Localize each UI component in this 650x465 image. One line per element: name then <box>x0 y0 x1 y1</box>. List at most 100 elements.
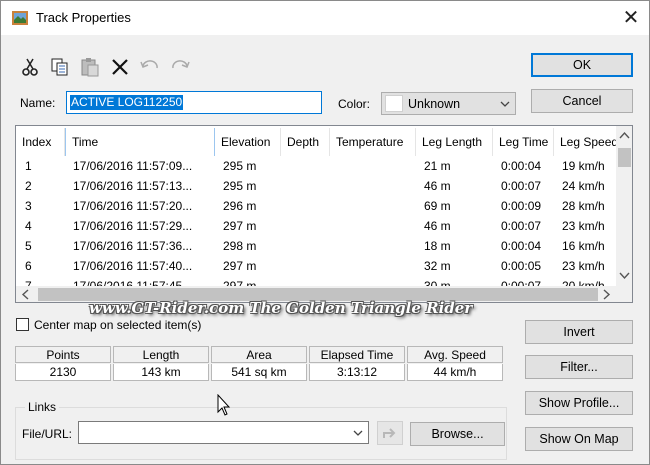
cell-index: 6 <box>25 259 32 273</box>
center-map-label: Center map on selected item(s) <box>34 318 202 332</box>
column-header-leg-speed[interactable]: Leg Speed <box>554 128 616 156</box>
track-properties-dialog: Track Properties ✕ OK Cancel Name: ACTIV… <box>0 0 650 465</box>
cell-temperature <box>330 156 416 176</box>
cell-index: 4 <box>25 219 32 233</box>
cell-elevation: 297 m <box>223 279 257 286</box>
list-header: Index Time Elevation Depth Temperature L… <box>16 128 616 156</box>
cell-elevation: 298 m <box>223 239 257 253</box>
mouse-cursor-icon <box>217 394 231 416</box>
cell-depth <box>281 196 330 216</box>
table-row[interactable]: 6 17/06/2016 11:57:40... 297 m 32 m 0:00:05 2… <box>16 256 616 276</box>
track-points-list[interactable]: Index Time Elevation Depth Temperature L… <box>15 125 633 303</box>
cell-leg-length: 69 m <box>424 199 451 213</box>
column-header-index[interactable]: Index <box>16 128 65 156</box>
cell-depth <box>281 276 330 286</box>
table-row[interactable]: 1 17/06/2016 11:57:09... 295 m 21 m 0:00:04 1… <box>16 156 616 176</box>
column-header-elevation[interactable]: Elevation <box>215 128 281 156</box>
cell-elevation: 295 m <box>223 159 257 173</box>
column-header-depth[interactable]: Depth <box>281 128 330 156</box>
show-on-map-button[interactable]: Show On Map <box>525 427 633 451</box>
redo-icon[interactable] <box>169 56 191 78</box>
vertical-scroll-thumb[interactable] <box>618 148 631 167</box>
show-profile-button[interactable]: Show Profile... <box>525 391 633 415</box>
cell-leg-time: 0:00:07 <box>501 219 542 233</box>
table-row[interactable]: 7 17/06/2016 11:57:45... 297 m 30 m 0:00:07 2… <box>16 276 616 286</box>
cut-icon[interactable] <box>19 56 41 78</box>
chevron-down-icon[interactable] <box>352 427 364 439</box>
column-header-leg-length[interactable]: Leg Length <box>416 128 493 156</box>
cell-index: 3 <box>25 199 32 213</box>
ok-button[interactable]: OK <box>531 53 633 77</box>
filter-button[interactable]: Filter... <box>525 355 633 379</box>
stat-value: 143 km <box>113 364 209 381</box>
browse-button[interactable]: Browse... <box>410 422 505 446</box>
paste-icon[interactable] <box>79 56 101 78</box>
cell-depth <box>281 216 330 236</box>
cell-time: 17/06/2016 11:57:36... <box>73 239 193 253</box>
column-header-leg-time[interactable]: Leg Time <box>493 128 554 156</box>
cell-depth <box>281 256 330 276</box>
cell-index: 5 <box>25 239 32 253</box>
arrow-right-icon <box>383 428 396 438</box>
cell-time: 17/06/2016 11:57:45... <box>73 279 193 286</box>
cell-leg-time: 0:00:07 <box>501 279 542 286</box>
file-url-label: File/URL: <box>22 427 73 441</box>
open-link-button[interactable] <box>377 421 403 445</box>
cell-leg-time: 0:00:04 <box>501 239 542 253</box>
name-label: Name: <box>20 96 56 110</box>
cell-leg-length: 46 m <box>424 219 451 233</box>
scroll-left-icon[interactable] <box>17 286 34 303</box>
stat-length: Length 143 km <box>113 346 209 382</box>
cancel-button[interactable]: Cancel <box>531 89 633 113</box>
cell-depth <box>281 236 330 256</box>
scroll-up-icon[interactable] <box>616 127 633 144</box>
column-header-temperature[interactable]: Temperature <box>330 128 416 156</box>
stat-value: 541 sq km <box>211 364 307 381</box>
cell-depth <box>281 176 330 196</box>
cell-temperature <box>330 176 416 196</box>
table-row[interactable]: 3 17/06/2016 11:57:20... 296 m 69 m 0:00:09 2… <box>16 196 616 216</box>
color-dropdown[interactable]: Unknown <box>381 92 516 115</box>
title-bar: Track Properties ✕ <box>1 1 649 35</box>
stat-avg-speed: Avg. Speed 44 km/h <box>407 346 503 382</box>
cell-index: 2 <box>25 179 32 193</box>
scroll-corner <box>616 286 632 302</box>
cell-leg-time: 0:00:09 <box>501 199 542 213</box>
copy-icon[interactable] <box>49 56 71 78</box>
stat-label: Avg. Speed <box>407 346 503 363</box>
file-url-input[interactable] <box>78 421 369 444</box>
close-icon[interactable]: ✕ <box>615 4 647 32</box>
scroll-right-icon[interactable] <box>598 286 615 303</box>
cell-time: 17/06/2016 11:57:20... <box>73 199 193 213</box>
cell-elevation: 295 m <box>223 179 257 193</box>
table-row[interactable]: 5 17/06/2016 11:57:36... 298 m 18 m 0:00:04 1… <box>16 236 616 256</box>
table-row[interactable]: 4 17/06/2016 11:57:29... 297 m 46 m 0:00:07 2… <box>16 216 616 236</box>
cell-temperature <box>330 236 416 256</box>
cell-index: 7 <box>25 279 32 286</box>
vertical-scrollbar[interactable] <box>616 126 633 286</box>
stat-label: Elapsed Time <box>309 346 405 363</box>
app-icon <box>12 11 28 25</box>
cell-leg-time: 0:00:07 <box>501 179 542 193</box>
cell-leg-speed: 20 km/h <box>562 279 605 286</box>
window-title: Track Properties <box>36 10 131 25</box>
table-row[interactable]: 2 17/06/2016 11:57:13... 295 m 46 m 0:00:07 2… <box>16 176 616 196</box>
stat-label: Points <box>15 346 111 363</box>
column-header-time[interactable]: Time <box>65 128 215 156</box>
invert-button[interactable]: Invert <box>525 320 633 344</box>
undo-icon[interactable] <box>139 56 161 78</box>
name-input[interactable]: ACTIVE LOG112250 <box>66 91 322 114</box>
stat-value: 2130 <box>15 364 111 381</box>
scroll-down-icon[interactable] <box>616 267 633 284</box>
color-value: Unknown <box>408 97 461 111</box>
delete-icon[interactable] <box>109 56 131 78</box>
stat-area: Area 541 sq km <box>211 346 307 382</box>
cell-time: 17/06/2016 11:57:29... <box>73 219 193 233</box>
center-map-checkbox[interactable] <box>16 318 29 331</box>
cell-elevation: 297 m <box>223 219 257 233</box>
cell-time: 17/06/2016 11:57:13... <box>73 179 193 193</box>
cell-time: 17/06/2016 11:57:09... <box>73 159 193 173</box>
watermark: www.GT-Rider.com The Golden Triangle Rid… <box>89 299 473 317</box>
cell-index: 1 <box>25 159 32 173</box>
cell-leg-speed: 16 km/h <box>562 239 605 253</box>
